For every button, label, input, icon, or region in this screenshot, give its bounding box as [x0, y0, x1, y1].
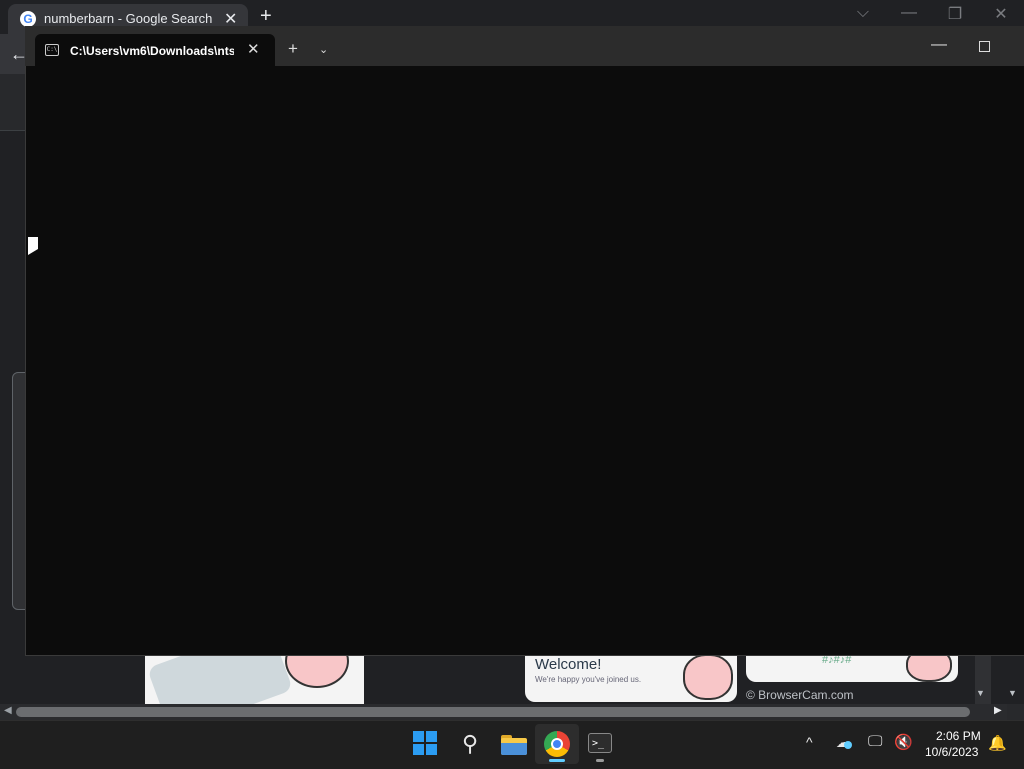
chrome-minimize-button[interactable]: — — [894, 4, 924, 22]
phone-illustration — [146, 654, 294, 704]
image-result-thumbnail[interactable]: Welcome! We're happy you've joined us. — [525, 654, 737, 702]
notification-bell-icon[interactable]: 🔔 — [988, 734, 1007, 752]
image-credit: © BrowserCam.com — [746, 688, 854, 702]
pig-illustration — [285, 654, 349, 688]
horizontal-scrollbar-thumb[interactable] — [16, 707, 970, 717]
image-result-thumbnail[interactable]: #♪#♪# — [746, 654, 958, 682]
chrome-new-tab-button[interactable]: + — [260, 5, 272, 28]
terminal-new-tab-button[interactable]: + — [288, 39, 298, 59]
terminal-maximize-button[interactable] — [979, 41, 990, 52]
chrome-close-button[interactable]: ✕ — [986, 4, 1016, 24]
network-icon[interactable]: 🖵 — [868, 733, 882, 750]
mouse-cursor-icon — [28, 237, 38, 255]
terminal-tab-title: C:\Users\vm6\Downloads\ntsc — [70, 44, 234, 58]
scroll-right-arrow-icon[interactable]: ▶ — [994, 705, 1002, 716]
search-icon[interactable]: ⚲ — [456, 730, 484, 758]
terminal-dropdown-chevron-icon[interactable]: ⌄ — [319, 43, 328, 56]
active-app-indicator — [549, 759, 565, 762]
clock-date[interactable]: 10/6/2023 — [925, 745, 978, 759]
chrome-icon[interactable] — [543, 730, 571, 758]
pig-illustration — [683, 654, 733, 700]
terminal-minimize-button[interactable]: — — [931, 36, 947, 54]
welcome-heading: Welcome! — [535, 656, 602, 673]
clock-time[interactable]: 2:06 PM — [936, 729, 981, 743]
terminal-icon[interactable]: >_ — [587, 730, 615, 758]
google-icon: G — [20, 11, 36, 27]
tray-overflow-chevron-icon[interactable]: ^ — [806, 734, 813, 750]
scroll-down-arrow-icon[interactable]: ▼ — [1008, 688, 1017, 698]
pig-illustration — [906, 654, 952, 682]
scroll-down-arrow-icon[interactable]: ▼ — [976, 688, 985, 698]
welcome-subtext: We're happy you've joined us. — [535, 675, 642, 684]
scroll-left-arrow-icon[interactable]: ◀ — [4, 705, 12, 716]
volume-muted-icon[interactable]: 🔇 — [894, 733, 913, 751]
chrome-tab-title: numberbarn - Google Search — [44, 11, 213, 26]
windows-start-icon[interactable] — [412, 730, 440, 758]
chrome-restore-button[interactable]: ❐ — [940, 4, 970, 24]
file-explorer-icon[interactable] — [500, 730, 528, 758]
running-app-indicator — [596, 759, 604, 762]
terminal-window[interactable] — [25, 26, 1024, 656]
image-result-thumbnail[interactable] — [145, 654, 364, 704]
onedrive-info-badge — [844, 741, 852, 749]
chrome-tab-search-icon[interactable]: ⌵ — [848, 4, 878, 22]
terminal-tab-cmd-icon: C:\ — [45, 44, 59, 56]
terminal-tab-close-icon[interactable]: ✕ — [247, 40, 260, 58]
